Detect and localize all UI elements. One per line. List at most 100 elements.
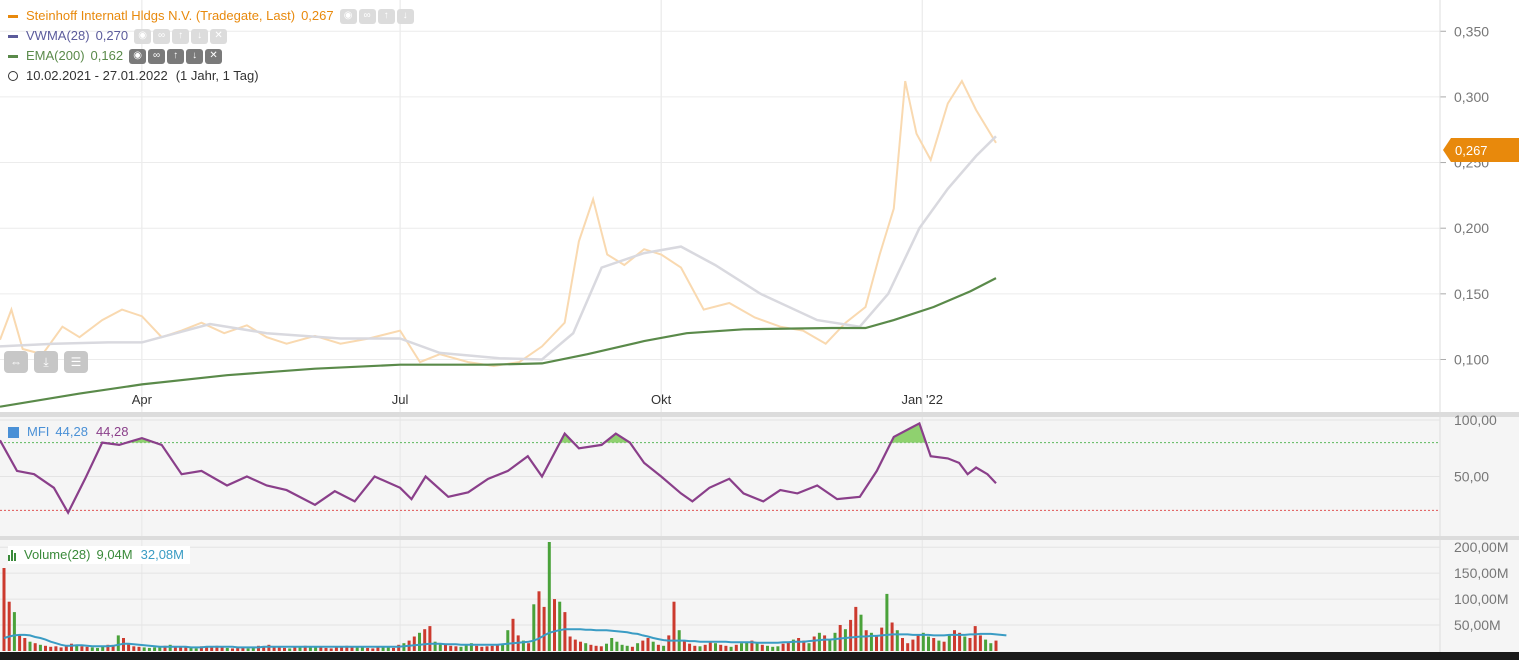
pan-icon[interactable]: ⇔ xyxy=(4,351,28,373)
volume-bar xyxy=(563,612,566,651)
legend-ema-value: 0,162 xyxy=(91,47,124,65)
link-icon[interactable]: ∞ xyxy=(148,49,165,64)
volume-bar xyxy=(387,647,390,651)
chart-canvas[interactable]: AprJulOktJan '220,3500,3000,2500,2000,15… xyxy=(0,0,1519,660)
volume-panel-bg xyxy=(0,540,1519,654)
volume-bar xyxy=(428,626,431,651)
legend-vwma-label: VWMA(28) xyxy=(26,27,90,45)
mfi-swatch xyxy=(8,427,19,438)
volume-bar xyxy=(875,635,878,651)
eye-icon[interactable]: ◉ xyxy=(134,29,151,44)
legend-ema[interactable]: EMA(200) 0,162 ◉ ∞ ↑ ↓ ✕ xyxy=(8,47,222,65)
volume-bar xyxy=(184,647,187,651)
legend-volume[interactable]: Volume(28) 9,04M 32,08M xyxy=(8,546,190,564)
volume-value-1: 9,04M xyxy=(96,546,132,564)
volume-bar xyxy=(979,635,982,651)
legend-main[interactable]: Steinhoff Internatl Hldgs N.V. (Tradegat… xyxy=(8,7,414,25)
download-icon[interactable]: ⤓ xyxy=(34,351,58,373)
close-icon[interactable]: ✕ xyxy=(210,29,227,44)
link-icon[interactable]: ∞ xyxy=(153,29,170,44)
volume-bar xyxy=(418,633,421,651)
volume-bar xyxy=(13,612,16,651)
volume-bar xyxy=(631,647,634,651)
volume-bar xyxy=(247,648,250,651)
volume-bar xyxy=(444,645,447,651)
arrow-up-icon[interactable]: ↑ xyxy=(378,9,395,24)
volume-bar xyxy=(491,646,494,651)
volume-bar xyxy=(460,647,463,651)
mfi-value-1: 44,28 xyxy=(55,423,88,441)
volume-value-2: 32,08M xyxy=(141,546,184,564)
volume-bar xyxy=(148,648,151,651)
volume-bar xyxy=(828,640,831,651)
arrow-down-icon[interactable]: ↓ xyxy=(397,9,414,24)
volume-bar xyxy=(449,646,452,651)
arrow-down-icon[interactable]: ↓ xyxy=(186,49,203,64)
legend-main-label: Steinhoff Internatl Hldgs N.V. (Tradegat… xyxy=(26,7,295,25)
volume-bar xyxy=(231,648,234,651)
volume-bar xyxy=(553,599,556,651)
volume-bar xyxy=(740,643,743,651)
volume-bar xyxy=(589,645,592,651)
x-tick-label: Apr xyxy=(132,392,153,407)
arrow-up-icon[interactable]: ↑ xyxy=(172,29,189,44)
volume-bar xyxy=(621,645,624,651)
volume-bar xyxy=(267,645,270,651)
arrow-up-icon[interactable]: ↑ xyxy=(167,49,184,64)
volume-tick-label: 100,00M xyxy=(1454,591,1508,607)
vwma-swatch xyxy=(8,35,18,38)
volume-bar xyxy=(834,633,837,651)
volume-bar xyxy=(288,648,291,651)
x-tick-label: Okt xyxy=(651,392,672,407)
arrow-down-icon[interactable]: ↓ xyxy=(191,29,208,44)
eye-icon[interactable]: ◉ xyxy=(129,49,146,64)
volume-bar xyxy=(23,638,26,651)
volume-bar xyxy=(626,646,629,651)
date-range: 10.02.2021 - 27.01.2022 xyxy=(26,67,168,85)
y-tick-label: 0,350 xyxy=(1454,23,1489,39)
volume-label: Volume(28) xyxy=(24,546,90,564)
volume-bar xyxy=(761,645,764,651)
volume-bar xyxy=(766,646,769,651)
volume-bar xyxy=(636,643,639,651)
volume-bar xyxy=(319,647,322,651)
volume-bar xyxy=(652,642,655,651)
volume-bar xyxy=(735,645,738,651)
volume-bar xyxy=(278,647,281,651)
volume-bar xyxy=(667,635,670,651)
volume-bar xyxy=(797,638,800,651)
volume-bar xyxy=(984,640,987,651)
volume-bar xyxy=(371,648,374,651)
volume-bar xyxy=(647,638,650,651)
period-label: (1 Jahr, 1 Tag) xyxy=(176,67,259,85)
volume-bar xyxy=(512,619,515,651)
legend-vwma[interactable]: VWMA(28) 0,270 ◉ ∞ ↑ ↓ ✕ xyxy=(8,27,227,45)
volume-bar xyxy=(138,647,141,651)
volume-bar xyxy=(91,647,94,651)
legend-ema-label: EMA(200) xyxy=(26,47,85,65)
volume-bar xyxy=(782,644,785,651)
volume-bar xyxy=(917,635,920,651)
volume-bar xyxy=(532,604,535,651)
legend-mfi[interactable]: MFI 44,28 44,28 xyxy=(8,423,128,441)
volume-bar xyxy=(865,630,868,651)
volume-bar xyxy=(818,633,821,651)
volume-bar xyxy=(480,647,483,651)
volume-bar xyxy=(813,637,816,652)
volume-bar xyxy=(948,635,951,651)
layers-icon[interactable]: ☰ xyxy=(64,351,88,373)
volume-bar xyxy=(709,642,712,651)
volume-bar xyxy=(699,646,702,651)
volume-bar xyxy=(885,594,888,651)
volume-bar xyxy=(891,623,894,652)
chart-stage: AprJulOktJan '220,3500,3000,2500,2000,15… xyxy=(0,0,1519,660)
legend-range: 10.02.2021 - 27.01.2022 (1 Jahr, 1 Tag) xyxy=(8,67,259,85)
panel-separator xyxy=(0,536,1519,540)
y-tick-label: 0,100 xyxy=(1454,351,1489,367)
eye-icon[interactable]: ◉ xyxy=(340,9,357,24)
link-icon[interactable]: ∞ xyxy=(359,9,376,24)
volume-bar xyxy=(771,647,774,651)
volume-bar xyxy=(29,642,32,651)
close-icon[interactable]: ✕ xyxy=(205,49,222,64)
volume-bar xyxy=(18,635,21,651)
